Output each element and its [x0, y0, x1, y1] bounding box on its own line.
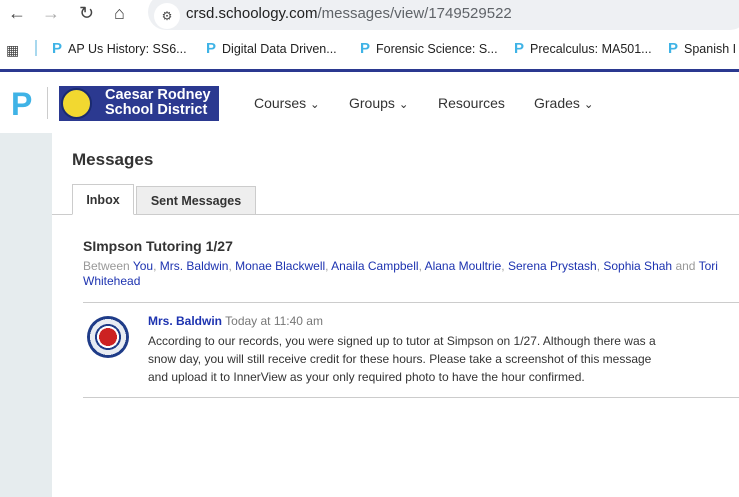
message-body: According to our records, you were signe… — [148, 334, 656, 384]
back-icon[interactable]: ← — [8, 3, 26, 24]
tabs: Inbox Sent Messages — [52, 184, 739, 215]
chevron-down-icon: ⌄ — [583, 98, 594, 111]
bookmark[interactable]: P Forensic Science: S... — [360, 40, 498, 57]
participant-link[interactable]: Anaila Campbell — [331, 259, 418, 273]
bookmark[interactable]: P Precalculus: MA501... — [514, 40, 652, 57]
apps-grid-icon[interactable]: ▦ — [6, 42, 19, 59]
chevron-down-icon: ⌄ — [398, 98, 409, 111]
powerschool-logo-icon[interactable]: P — [11, 86, 32, 123]
participant-link[interactable]: Monae Blackwell — [235, 259, 325, 273]
browser-toolbar: ← → ↻ ⌂ ⚙ crsd.schoology.com/messages/vi… — [0, 0, 739, 30]
tab-sent-messages[interactable]: Sent Messages — [136, 186, 256, 215]
author-link[interactable]: Mrs. Baldwin — [148, 314, 222, 328]
address-bar[interactable]: ⚙ crsd.schoology.com/messages/view/17495… — [148, 0, 739, 30]
participant-link[interactable]: Alana Moultrie — [425, 259, 502, 273]
home-icon[interactable]: ⌂ — [114, 3, 125, 24]
sidebar — [0, 133, 52, 497]
district-name: Caesar Rodney School District — [105, 87, 211, 118]
chevron-down-icon: ⌄ — [310, 98, 320, 111]
participants: Between You, Mrs. Baldwin, Monae Blackwe… — [83, 259, 718, 288]
avatar[interactable] — [87, 316, 129, 358]
page-title: Messages — [72, 150, 154, 169]
site-settings-icon[interactable]: ⚙ — [154, 3, 180, 29]
nav-groups[interactable]: Groups ⌄ — [349, 95, 409, 111]
schoology-icon: P — [360, 40, 371, 57]
site-header: P Caesar Rodney School District Courses ⌄… — [0, 72, 739, 133]
bookmarks-bar: ▦ P AP Us History: SS6... P Digital Data D… — [0, 34, 739, 62]
divider — [47, 87, 48, 119]
district-seal-icon — [61, 88, 92, 119]
district-logo[interactable]: Caesar Rodney School District — [59, 86, 219, 121]
bookmark[interactable]: P Digital Data Driven... — [206, 40, 337, 57]
schoology-icon: P — [206, 40, 217, 57]
participant-link[interactable]: Serena Prystash — [508, 259, 597, 273]
schoology-icon: P — [514, 40, 525, 57]
message-header: Mrs. Baldwin Today at 11:40 am — [148, 314, 323, 328]
url-text: crsd.schoology.com/messages/view/1749529… — [186, 5, 512, 22]
nav-resources[interactable]: Resources — [438, 95, 505, 111]
participant-link[interactable]: Mrs. Baldwin — [160, 259, 229, 273]
divider — [83, 397, 739, 398]
divider — [83, 302, 739, 303]
divider — [35, 40, 37, 56]
forward-icon[interactable]: → — [42, 3, 60, 24]
bookmark[interactable]: P Spanish I — [668, 40, 736, 57]
message-time: Today at 11:40 am — [225, 314, 323, 328]
nav-courses[interactable]: Courses ⌄ — [254, 95, 320, 111]
main-content: Messages Inbox Sent Messages SImpson Tut… — [52, 133, 739, 497]
nav-grades[interactable]: Grades ⌄ — [534, 95, 594, 111]
participant-link[interactable]: You — [133, 259, 153, 273]
tab-inbox[interactable]: Inbox — [72, 184, 134, 215]
schoology-icon: P — [668, 40, 679, 57]
schoology-icon: P — [52, 40, 63, 57]
message-subject: SImpson Tutoring 1/27 — [83, 238, 233, 254]
participant-link[interactable]: Sophia Shah — [603, 259, 672, 273]
reload-icon[interactable]: ↻ — [79, 3, 94, 24]
bookmark[interactable]: P AP Us History: SS6... — [52, 40, 187, 57]
